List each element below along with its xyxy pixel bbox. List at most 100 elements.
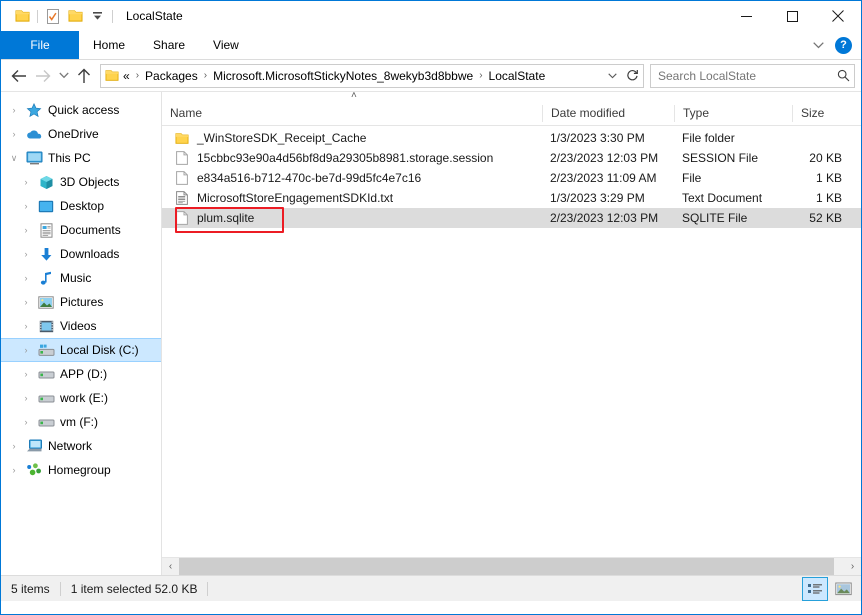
column-header-date-modified[interactable]: Date modified [542, 105, 674, 122]
address-breadcrumb-box[interactable]: « › Packages › Microsoft.MicrosoftSticky… [100, 64, 644, 88]
sidebar-item-videos[interactable]: › Videos [1, 314, 161, 338]
sidebar-item-this-pc[interactable]: ∨ This PC [1, 146, 161, 170]
title-bar: LocalState [1, 1, 861, 31]
horizontal-scrollbar[interactable]: ‹ › [162, 557, 861, 575]
sidebar-item-local-disk-c[interactable]: › Local Disk (C:) [1, 338, 161, 362]
chevron-right-icon[interactable]: › [5, 129, 23, 139]
file-name: MicrosoftStoreEngagementSDKId.txt [192, 191, 393, 205]
sidebar-item-3d-objects[interactable]: › 3D Objects [1, 170, 161, 194]
search-input[interactable]: Search LocalState [651, 69, 832, 83]
sidebar-item-vm-f[interactable]: › vm (F:) [1, 410, 161, 434]
chevron-right-icon[interactable]: › [17, 201, 35, 211]
file-date: 1/3/2023 3:30 PM [542, 131, 674, 145]
sidebar-item-label: Videos [57, 319, 96, 333]
sidebar-item-homegroup[interactable]: › Homegroup [1, 458, 161, 482]
drive-icon [35, 392, 57, 405]
sidebar-item-pictures[interactable]: › Pictures [1, 290, 161, 314]
close-button[interactable] [815, 1, 861, 31]
sidebar-item-label: This PC [45, 151, 91, 165]
chevron-down-icon[interactable] [807, 34, 829, 56]
breadcrumb-item-packages[interactable]: Packages [145, 69, 198, 83]
tab-share[interactable]: Share [139, 31, 199, 59]
breadcrumb-item-package-family[interactable]: Microsoft.MicrosoftStickyNotes_8wekyb3d8… [213, 69, 473, 83]
chevron-right-icon[interactable]: › [17, 369, 35, 379]
refresh-icon[interactable] [621, 69, 643, 82]
sidebar-item-network[interactable]: › Network [1, 434, 161, 458]
column-header-type[interactable]: Type [674, 105, 792, 122]
details-view-icon[interactable] [802, 577, 828, 601]
scroll-left-icon[interactable]: ‹ [162, 558, 179, 575]
back-button[interactable] [7, 64, 31, 88]
file-name-cell[interactable]: MicrosoftStoreEngagementSDKId.txt [162, 191, 542, 205]
sidebar-item-label: work (E:) [57, 391, 108, 405]
sidebar-item-documents[interactable]: › Documents [1, 218, 161, 242]
chevron-right-icon[interactable]: › [5, 465, 23, 475]
folder-icon[interactable] [11, 5, 33, 27]
file-name-cell[interactable]: _WinStoreSDK_Receipt_Cache [162, 131, 542, 145]
chevron-right-icon[interactable]: › [17, 417, 35, 427]
blank-file-icon [172, 171, 192, 185]
text-file-icon [172, 191, 192, 205]
breadcrumb-sep-1[interactable]: › [198, 70, 213, 81]
chevron-down-icon[interactable] [603, 73, 621, 79]
minimize-button[interactable] [723, 1, 769, 31]
tab-view[interactable]: View [199, 31, 253, 59]
file-name-cell[interactable]: 15cbbc93e90a4d56bf8d9a29305b8981.storage… [162, 151, 542, 165]
chevron-right-icon[interactable]: › [17, 177, 35, 187]
chevron-right-icon[interactable]: › [5, 105, 23, 115]
chevron-right-icon[interactable]: › [17, 249, 35, 259]
table-row[interactable]: _WinStoreSDK_Receipt_Cache 1/3/2023 3:30… [162, 128, 861, 148]
large-icons-view-icon[interactable] [831, 578, 855, 600]
maximize-button[interactable] [769, 1, 815, 31]
file-name-cell[interactable]: e834a516-b712-470c-be7d-99d5fc4e7c16 [162, 171, 542, 185]
search-box[interactable]: Search LocalState [650, 64, 855, 88]
new-folder-icon[interactable] [64, 5, 86, 27]
chevron-right-icon[interactable]: › [17, 225, 35, 235]
chevron-right-icon[interactable]: › [5, 441, 23, 451]
drive-icon [35, 416, 57, 429]
breadcrumb-overflow[interactable]: « [123, 69, 130, 83]
column-header-name[interactable]: Name [162, 105, 542, 122]
status-selection-text: 1 item selected [71, 582, 152, 596]
properties-icon[interactable] [42, 5, 64, 27]
column-header-size[interactable]: Size [792, 105, 854, 122]
scroll-right-icon[interactable]: › [844, 558, 861, 575]
file-name-cell[interactable]: plum.sqlite [162, 211, 542, 225]
table-row[interactable]: plum.sqlite 2/23/2023 12:03 PM SQLITE Fi… [162, 208, 861, 228]
quick-access-toolbar [1, 5, 117, 27]
table-row[interactable]: e834a516-b712-470c-be7d-99d5fc4e7c16 2/2… [162, 168, 861, 188]
table-row[interactable]: MicrosoftStoreEngagementSDKId.txt 1/3/20… [162, 188, 861, 208]
sidebar-item-app-d[interactable]: › APP (D:) [1, 362, 161, 386]
sidebar-item-work-e[interactable]: › work (E:) [1, 386, 161, 410]
sidebar-item-onedrive[interactable]: › OneDrive [1, 122, 161, 146]
chevron-down-icon[interactable]: ∨ [5, 153, 23, 164]
file-size: 1 KB [792, 191, 854, 205]
forward-button[interactable] [31, 64, 55, 88]
help-button[interactable]: ? [835, 37, 852, 54]
scrollbar-thumb[interactable] [179, 558, 834, 575]
scrollbar-track[interactable] [179, 558, 844, 575]
sidebar-item-label: Local Disk (C:) [57, 343, 139, 357]
chevron-right-icon[interactable]: › [17, 297, 35, 307]
tab-file[interactable]: File [1, 31, 79, 59]
breadcrumb-sep-2[interactable]: › [473, 70, 488, 81]
chevron-right-icon[interactable]: › [17, 321, 35, 331]
table-row[interactable]: 15cbbc93e90a4d56bf8d9a29305b8981.storage… [162, 148, 861, 168]
file-date: 1/3/2023 3:29 PM [542, 191, 674, 205]
customize-dropdown-icon[interactable] [86, 5, 108, 27]
sidebar-item-desktop[interactable]: › Desktop [1, 194, 161, 218]
search-icon[interactable] [832, 69, 854, 82]
chevron-right-icon[interactable]: › [17, 393, 35, 403]
cloud-icon [23, 128, 45, 140]
up-button[interactable] [72, 64, 96, 88]
sidebar-item-music[interactable]: › Music [1, 266, 161, 290]
sidebar-item-quick-access[interactable]: › Quick access [1, 98, 161, 122]
chevron-right-icon[interactable]: › [17, 273, 35, 283]
recent-locations-button[interactable] [55, 64, 72, 88]
sidebar-item-downloads[interactable]: › Downloads [1, 242, 161, 266]
breadcrumb-item-localstate[interactable]: LocalState [489, 69, 546, 83]
tab-home[interactable]: Home [79, 31, 139, 59]
file-date: 2/23/2023 11:09 AM [542, 171, 674, 185]
chevron-right-icon[interactable]: › [17, 345, 35, 355]
sidebar-item-label: 3D Objects [57, 175, 119, 189]
